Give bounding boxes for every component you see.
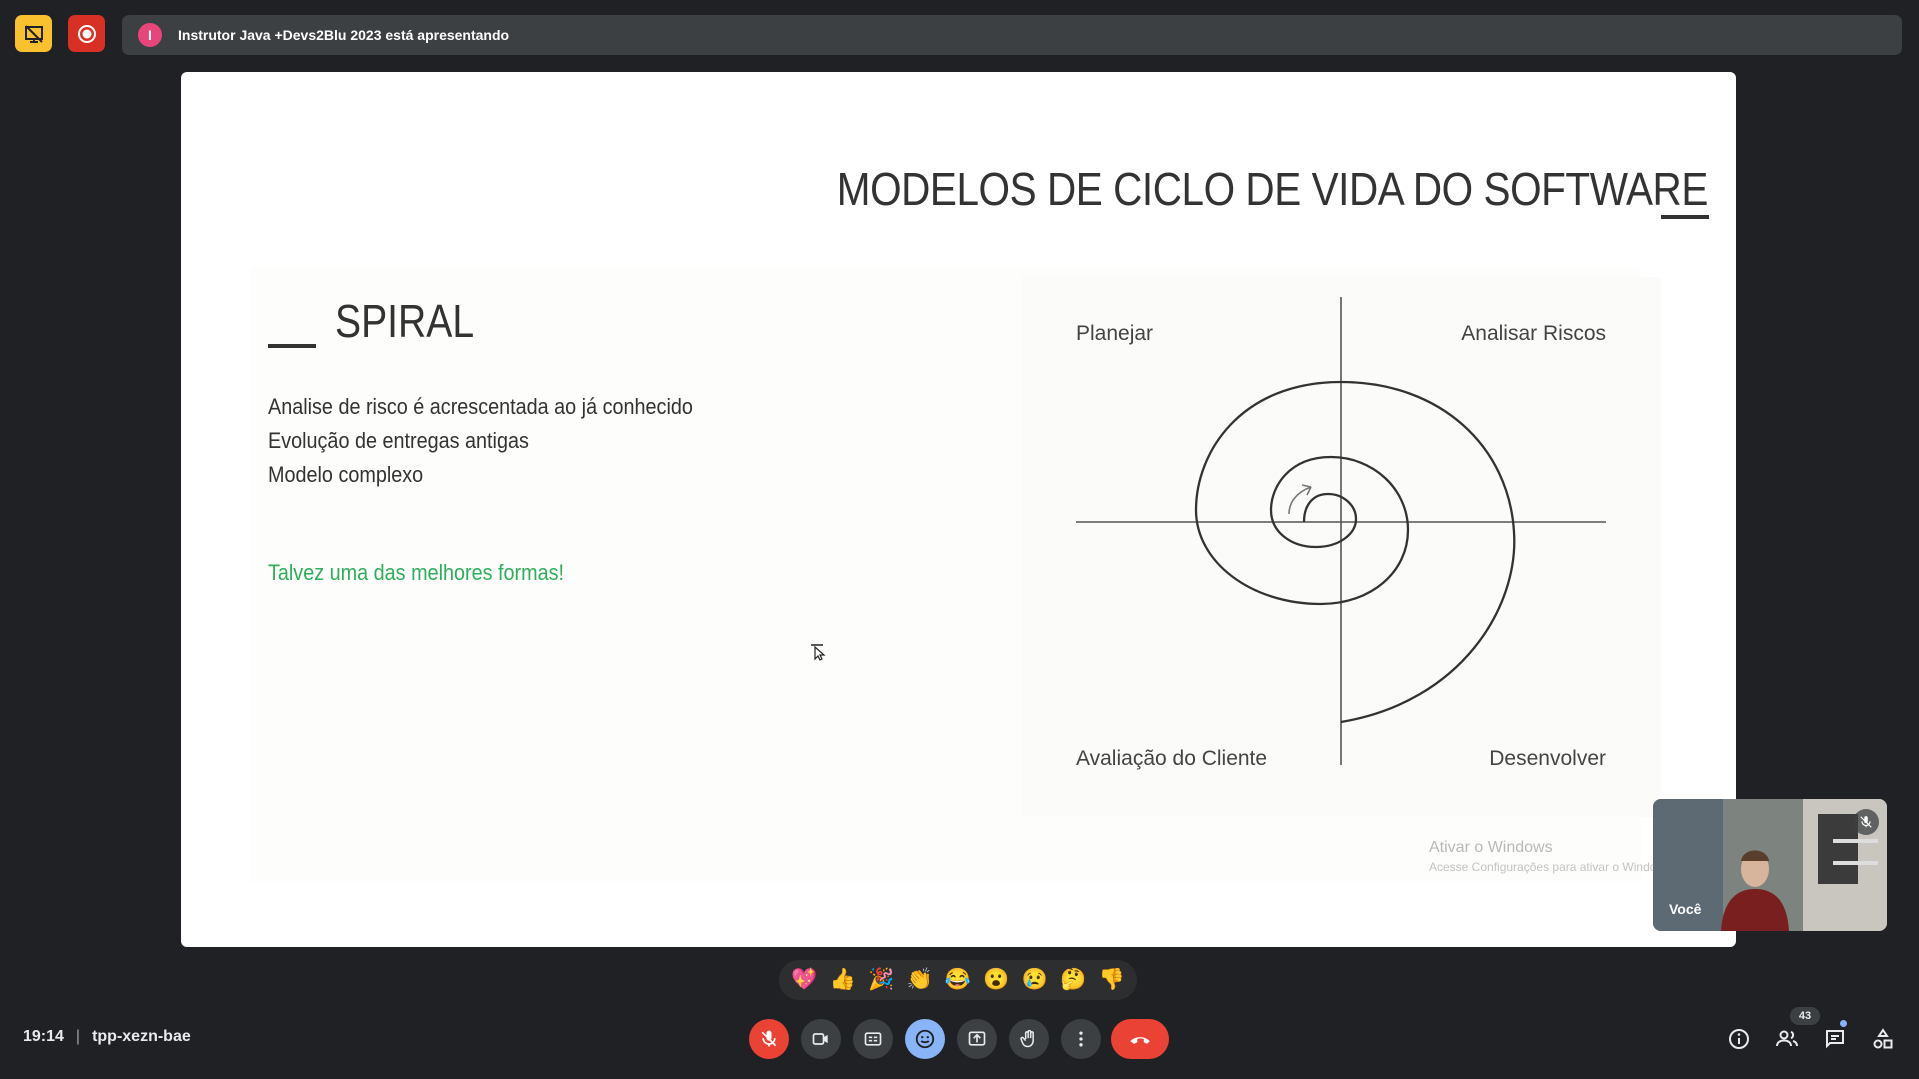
bullet-list: Analise de risco é acrescentada ao já co… <box>268 390 693 492</box>
end-call-button[interactable] <box>1111 1019 1169 1059</box>
diagram-label-develop: Desenvolver <box>1489 747 1606 770</box>
reaction-surprised[interactable]: 😮 <box>983 968 1009 992</box>
spiral-graphic <box>1076 297 1606 765</box>
chat-icon <box>1826 1030 1844 1049</box>
slide-title: MODELOS DE CICLO DE VIDA DO SOFTWARE <box>836 163 1709 215</box>
activities-icon <box>1873 1028 1893 1049</box>
meeting-code: tpp-xezn-bae <box>92 1028 191 1045</box>
separator: | <box>75 1028 81 1045</box>
present-icon <box>968 1031 986 1046</box>
captions-icon <box>864 1032 882 1046</box>
section-title: SPIRAL <box>335 295 475 347</box>
self-view-label: Você <box>1669 901 1702 917</box>
end-call-icon <box>1130 1037 1150 1044</box>
section-dash <box>268 344 316 348</box>
camera-toggle-button[interactable] <box>801 1019 841 1059</box>
reaction-sad[interactable]: 😢 <box>1022 968 1048 992</box>
reaction-party[interactable]: 🎉 <box>868 968 894 992</box>
emoji-button[interactable] <box>905 1019 945 1059</box>
mic-off-icon <box>761 1030 777 1047</box>
emoji-icon <box>915 1029 935 1049</box>
camera-icon <box>812 1033 828 1045</box>
info-icon <box>1729 1029 1749 1049</box>
reaction-thinking[interactable]: 🤔 <box>1060 968 1086 992</box>
recording-icon[interactable] <box>68 15 105 52</box>
people-icon <box>1776 1030 1798 1047</box>
mouse-cursor-icon <box>809 639 827 666</box>
bullet-item: Modelo complexo <box>268 462 424 487</box>
raise-hand-icon <box>1020 1029 1034 1048</box>
presenter-avatar: I <box>138 23 162 47</box>
reaction-thumbs-down[interactable]: 👎 <box>1099 968 1125 992</box>
reaction-heart[interactable]: 💖 <box>791 968 817 992</box>
diagram-label-risk: Analisar Riscos <box>1461 322 1606 345</box>
reactions-bar: 💖 👍 🎉 👏 😂 😮 😢 🤔 👎 <box>779 960 1137 1000</box>
windows-watermark-title: Ativar o Windows <box>1429 839 1553 856</box>
bullet-item: Analise de risco é acrescentada ao já co… <box>268 394 693 419</box>
spiral-diagram: Planejar Analisar Riscos Avaliação do Cl… <box>1021 277 1661 817</box>
more-icon <box>1079 1031 1083 1047</box>
meeting-details-button[interactable] <box>1723 1023 1755 1055</box>
windows-watermark-subtitle: Acesse Configurações para ativar o Windo… <box>1429 860 1675 874</box>
highlight-text: Talvez uma das melhores formas! <box>268 560 565 585</box>
participant-count-badge: 43 <box>1790 1007 1820 1025</box>
self-mic-off-icon <box>1853 809 1879 835</box>
raise-hand-button[interactable] <box>1009 1019 1049 1059</box>
diagram-label-client: Avaliação do Cliente <box>1076 747 1268 770</box>
clock-time: 19:14 <box>23 1028 64 1045</box>
bullet-item: Evolução de entregas antigas <box>268 428 529 453</box>
presenter-text: Instrutor Java +Devs2Blu 2023 está apres… <box>178 27 510 43</box>
reaction-clap[interactable]: 👏 <box>906 968 932 992</box>
reaction-laugh[interactable]: 😂 <box>945 968 971 992</box>
presentation-slide: MODELOS DE CICLO DE VIDA DO SOFTWARE SPI… <box>181 72 1736 947</box>
present-button[interactable] <box>957 1019 997 1059</box>
captions-button[interactable] <box>853 1019 893 1059</box>
presenting-banner: I Instrutor Java +Devs2Blu 2023 está apr… <box>122 15 1902 55</box>
people-button[interactable] <box>1771 1023 1803 1055</box>
more-options-button[interactable] <box>1061 1019 1101 1059</box>
chat-unread-dot <box>1840 1020 1847 1027</box>
title-dash <box>1661 215 1709 219</box>
diagram-label-plan: Planejar <box>1076 322 1154 345</box>
meeting-info: 19:14 | tpp-xezn-bae <box>23 1028 191 1046</box>
presentation-icon[interactable] <box>15 15 52 52</box>
mic-toggle-button[interactable] <box>749 1019 789 1059</box>
self-view-tile[interactable]: Você <box>1653 799 1887 931</box>
activities-button[interactable] <box>1867 1023 1899 1055</box>
chat-button[interactable] <box>1819 1023 1851 1055</box>
reaction-thumbs-up[interactable]: 👍 <box>830 968 856 992</box>
